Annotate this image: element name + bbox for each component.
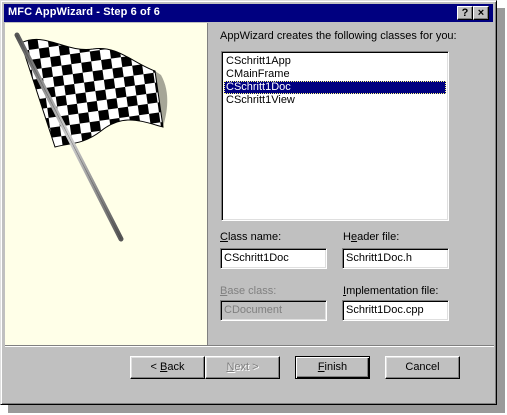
help-button[interactable]: ? [457, 6, 473, 20]
header-file-label: Header file: [343, 231, 400, 243]
class-name-field[interactable]: CSchritt1Doc [220, 248, 327, 269]
back-button[interactable]: < Back [130, 356, 205, 379]
class-list-item[interactable]: CSchritt1App [224, 55, 446, 68]
finish-button[interactable]: Finish [295, 356, 370, 379]
flag-cloth [20, 38, 164, 148]
help-icon: ? [461, 7, 469, 19]
window-title: MFC AppWizard - Step 6 of 6 [8, 6, 160, 18]
wizard-art-panel [5, 23, 208, 345]
wizard-dialog: MFC AppWizard - Step 6 of 6 ? × AppWizar… [0, 0, 497, 405]
implementation-file-field[interactable]: Schritt1Doc.cpp [342, 300, 449, 321]
cancel-button[interactable]: Cancel [385, 356, 460, 379]
classes-listbox[interactable]: CSchritt1App CMainFrame CSchritt1Doc CSchri… [221, 51, 449, 221]
intro-label: AppWizard creates the following classes … [220, 30, 457, 42]
base-class-field: CDocument [220, 300, 327, 321]
next-button: Next > [205, 356, 280, 379]
close-button[interactable]: × [473, 6, 489, 20]
class-list-item[interactable]: CSchritt1Doc [224, 81, 446, 94]
button-divider [5, 345, 494, 347]
base-class-label: Base class: [220, 285, 277, 297]
class-list-item[interactable]: CSchritt1View [224, 94, 446, 107]
implementation-file-label: Implementation file: [343, 285, 439, 297]
close-icon: × [477, 7, 485, 19]
checkered-flag-icon [14, 32, 168, 242]
header-file-field[interactable]: Schritt1Doc.h [342, 248, 449, 269]
class-list-item[interactable]: CMainFrame [224, 68, 446, 81]
title-bar[interactable]: MFC AppWizard - Step 6 of 6 ? × [4, 4, 493, 22]
class-name-label: Class name: [220, 231, 282, 243]
